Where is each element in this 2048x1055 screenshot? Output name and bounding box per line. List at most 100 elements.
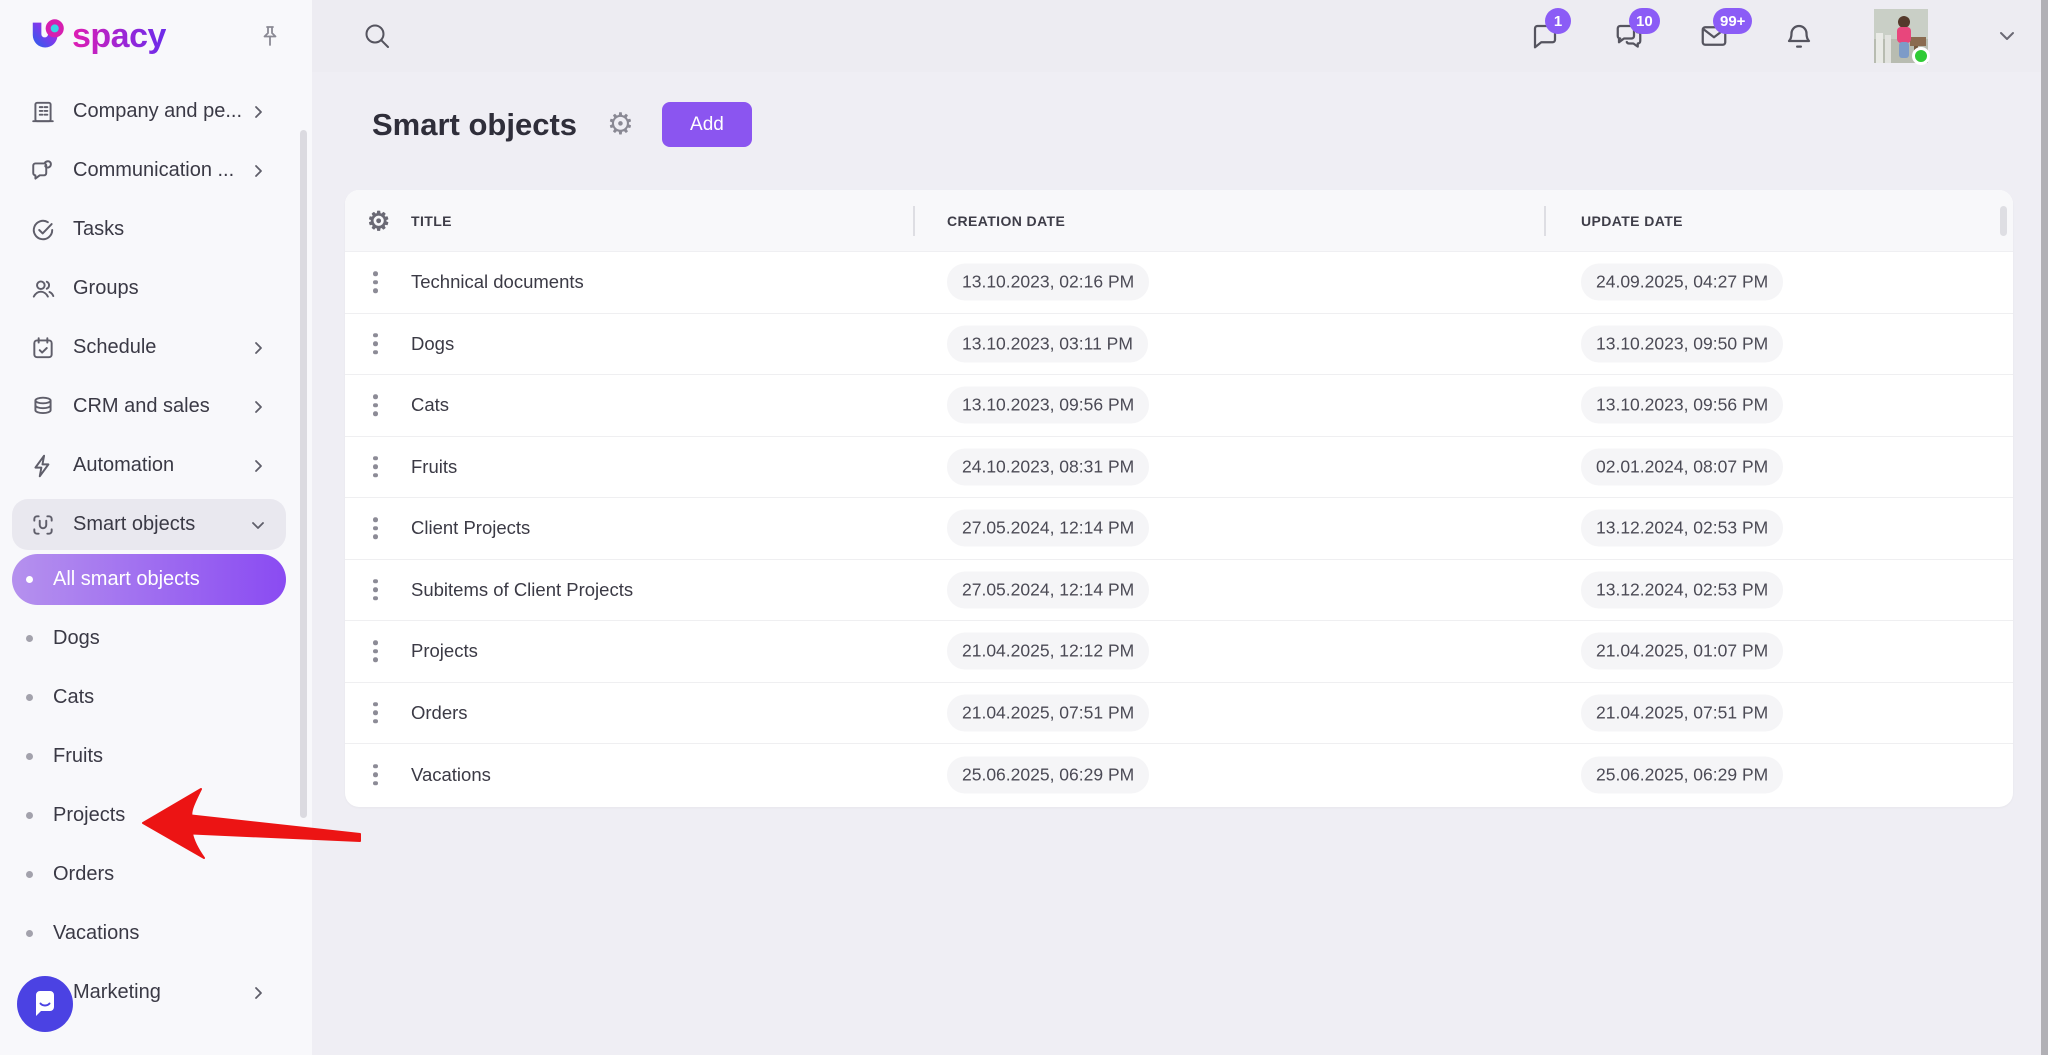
row-update-date: 24.09.2025, 04:27 PM <box>1581 264 1783 301</box>
row-title[interactable]: Cats <box>411 394 449 416</box>
table-row[interactable]: Orders 21.04.2025, 07:51 PM 21.04.2025, … <box>345 683 2013 745</box>
sidebar-item-schedule[interactable]: Schedule <box>0 318 312 377</box>
user-avatar[interactable] <box>1874 9 1928 63</box>
table-row[interactable]: Technical documents 13.10.2023, 02:16 PM… <box>345 252 2013 314</box>
chevron-right-icon <box>250 340 266 356</box>
row-menu-icon[interactable] <box>373 579 378 601</box>
table-settings-gear-icon[interactable]: ⚙ <box>367 190 391 252</box>
topbar-actions: 1 10 99+ <box>1530 9 2018 63</box>
pin-sidebar-icon[interactable] <box>258 24 282 48</box>
row-menu-icon[interactable] <box>373 272 378 294</box>
automation-icon <box>30 453 56 479</box>
bullet-icon <box>26 871 33 878</box>
sidebar-subitem-all-smart-objects[interactable]: All smart objects <box>12 554 286 605</box>
sidebar-scrollbar[interactable] <box>300 130 307 818</box>
row-menu-icon[interactable] <box>373 456 378 478</box>
logo-row: spacy <box>0 0 312 72</box>
sidebar-subitem-label: Orders <box>53 863 114 886</box>
row-update-date: 13.10.2023, 09:56 PM <box>1581 387 1783 424</box>
notifications-bell-icon[interactable] <box>1784 21 1814 51</box>
settings-gear-icon[interactable]: ⚙ <box>607 110 634 140</box>
sidebar-item-label: Groups <box>73 277 139 300</box>
profile-chevron-down-icon[interactable] <box>1996 25 2018 47</box>
sidebar-item-company[interactable]: Company and pe... <box>0 82 312 141</box>
sidebar-subitem-orders[interactable]: Orders <box>0 845 312 904</box>
sidebar-item-label: Smart objects <box>73 513 195 536</box>
table-row[interactable]: Cats 13.10.2023, 09:56 PM 13.10.2023, 09… <box>345 375 2013 437</box>
sidebar-subitem-fruits[interactable]: Fruits <box>0 727 312 786</box>
sidebar-item-communication[interactable]: Communication ... <box>0 141 312 200</box>
smart-objects-table: ⚙ TITLE CREATION DATE UPDATE DATE Techni… <box>345 190 2013 807</box>
table-row[interactable]: Projects 21.04.2025, 12:12 PM 21.04.2025… <box>345 621 2013 683</box>
sidebar-item-label: Tasks <box>73 218 124 241</box>
row-creation-date: 24.10.2023, 08:31 PM <box>947 448 1149 485</box>
sidebar-subitem-label: Cats <box>53 686 94 709</box>
row-title[interactable]: Orders <box>411 702 468 724</box>
communication-icon <box>30 158 56 184</box>
tasks-icon <box>30 217 56 243</box>
chat-icon[interactable]: 1 <box>1530 21 1560 51</box>
company-icon <box>30 99 56 125</box>
row-update-date: 21.04.2025, 07:51 PM <box>1581 694 1783 731</box>
sidebar-item-label: Automation <box>73 454 174 477</box>
row-title[interactable]: Fruits <box>411 456 457 478</box>
row-title[interactable]: Projects <box>411 640 478 662</box>
table-row[interactable]: Client Projects 27.05.2024, 12:14 PM 13.… <box>345 498 2013 560</box>
row-menu-icon[interactable] <box>373 764 378 786</box>
support-chat-launcher[interactable] <box>17 976 73 1032</box>
table-row[interactable]: Fruits 24.10.2023, 08:31 PM 02.01.2024, … <box>345 437 2013 499</box>
table-header: ⚙ TITLE CREATION DATE UPDATE DATE <box>345 190 2013 252</box>
row-title[interactable]: Client Projects <box>411 517 530 539</box>
row-update-date: 13.12.2024, 02:53 PM <box>1581 571 1783 608</box>
table-row[interactable]: Dogs 13.10.2023, 03:11 PM 13.10.2023, 09… <box>345 314 2013 376</box>
chevron-right-icon <box>250 104 266 120</box>
sidebar-subitem-label: Dogs <box>53 627 100 650</box>
sidebar-subitem-label: All smart objects <box>53 568 200 591</box>
sidebar-subitem-cats[interactable]: Cats <box>0 668 312 727</box>
sidebar-item-smart-objects[interactable]: Smart objects <box>12 499 286 550</box>
column-header-creation-date[interactable]: CREATION DATE <box>947 190 1065 252</box>
topbar: 1 10 99+ <box>312 0 2048 72</box>
sidebar-item-label: Schedule <box>73 336 156 359</box>
column-divider[interactable] <box>913 206 915 236</box>
row-menu-icon[interactable] <box>373 702 378 724</box>
column-divider[interactable] <box>1544 206 1546 236</box>
chevron-right-icon <box>250 458 266 474</box>
row-creation-date: 27.05.2024, 12:14 PM <box>947 510 1149 547</box>
row-title[interactable]: Vacations <box>411 764 491 786</box>
sidebar-item-automation[interactable]: Automation <box>0 436 312 495</box>
row-update-date: 21.04.2025, 01:07 PM <box>1581 633 1783 670</box>
sidebar-item-groups[interactable]: Groups <box>0 259 312 318</box>
row-update-date: 25.06.2025, 06:29 PM <box>1581 756 1783 793</box>
bullet-icon <box>26 753 33 760</box>
sidebar-nav: Company and pe... Communication ... <box>0 82 312 1022</box>
sidebar-subitem-dogs[interactable]: Dogs <box>0 609 312 668</box>
row-menu-icon[interactable] <box>373 641 378 663</box>
table-row[interactable]: Subitems of Client Projects 27.05.2024, … <box>345 560 2013 622</box>
bullet-icon <box>26 812 33 819</box>
page-title: Smart objects <box>372 107 577 143</box>
mail-icon[interactable]: 99+ <box>1698 21 1730 51</box>
row-title[interactable]: Dogs <box>411 333 454 355</box>
row-creation-date: 13.10.2023, 09:56 PM <box>947 387 1149 424</box>
sidebar-item-crm[interactable]: CRM and sales <box>0 377 312 436</box>
sidebar-subitem-vacations[interactable]: Vacations <box>0 904 312 963</box>
search-icon[interactable] <box>362 21 392 51</box>
column-header-update-date[interactable]: UPDATE DATE <box>1581 190 1683 252</box>
mail-badge: 99+ <box>1713 8 1752 34</box>
row-title[interactable]: Subitems of Client Projects <box>411 579 633 601</box>
add-button[interactable]: Add <box>662 102 752 147</box>
row-menu-icon[interactable] <box>373 333 378 355</box>
row-title[interactable]: Technical documents <box>411 271 584 293</box>
online-status-dot <box>1912 47 1930 65</box>
support-chat-bubble-icon <box>31 989 59 1019</box>
row-menu-icon[interactable] <box>373 395 378 417</box>
table-header-scroll-thumb[interactable] <box>2000 206 2007 236</box>
team-chat-icon[interactable]: 10 <box>1614 21 1644 51</box>
sidebar-subitem-projects[interactable]: Projects <box>0 786 312 845</box>
sidebar-item-tasks[interactable]: Tasks <box>0 200 312 259</box>
table-row[interactable]: Vacations 25.06.2025, 06:29 PM 25.06.202… <box>345 744 2013 806</box>
row-menu-icon[interactable] <box>373 518 378 540</box>
page-scrollbar[interactable] <box>2041 0 2048 1055</box>
column-header-title[interactable]: TITLE <box>411 190 452 252</box>
